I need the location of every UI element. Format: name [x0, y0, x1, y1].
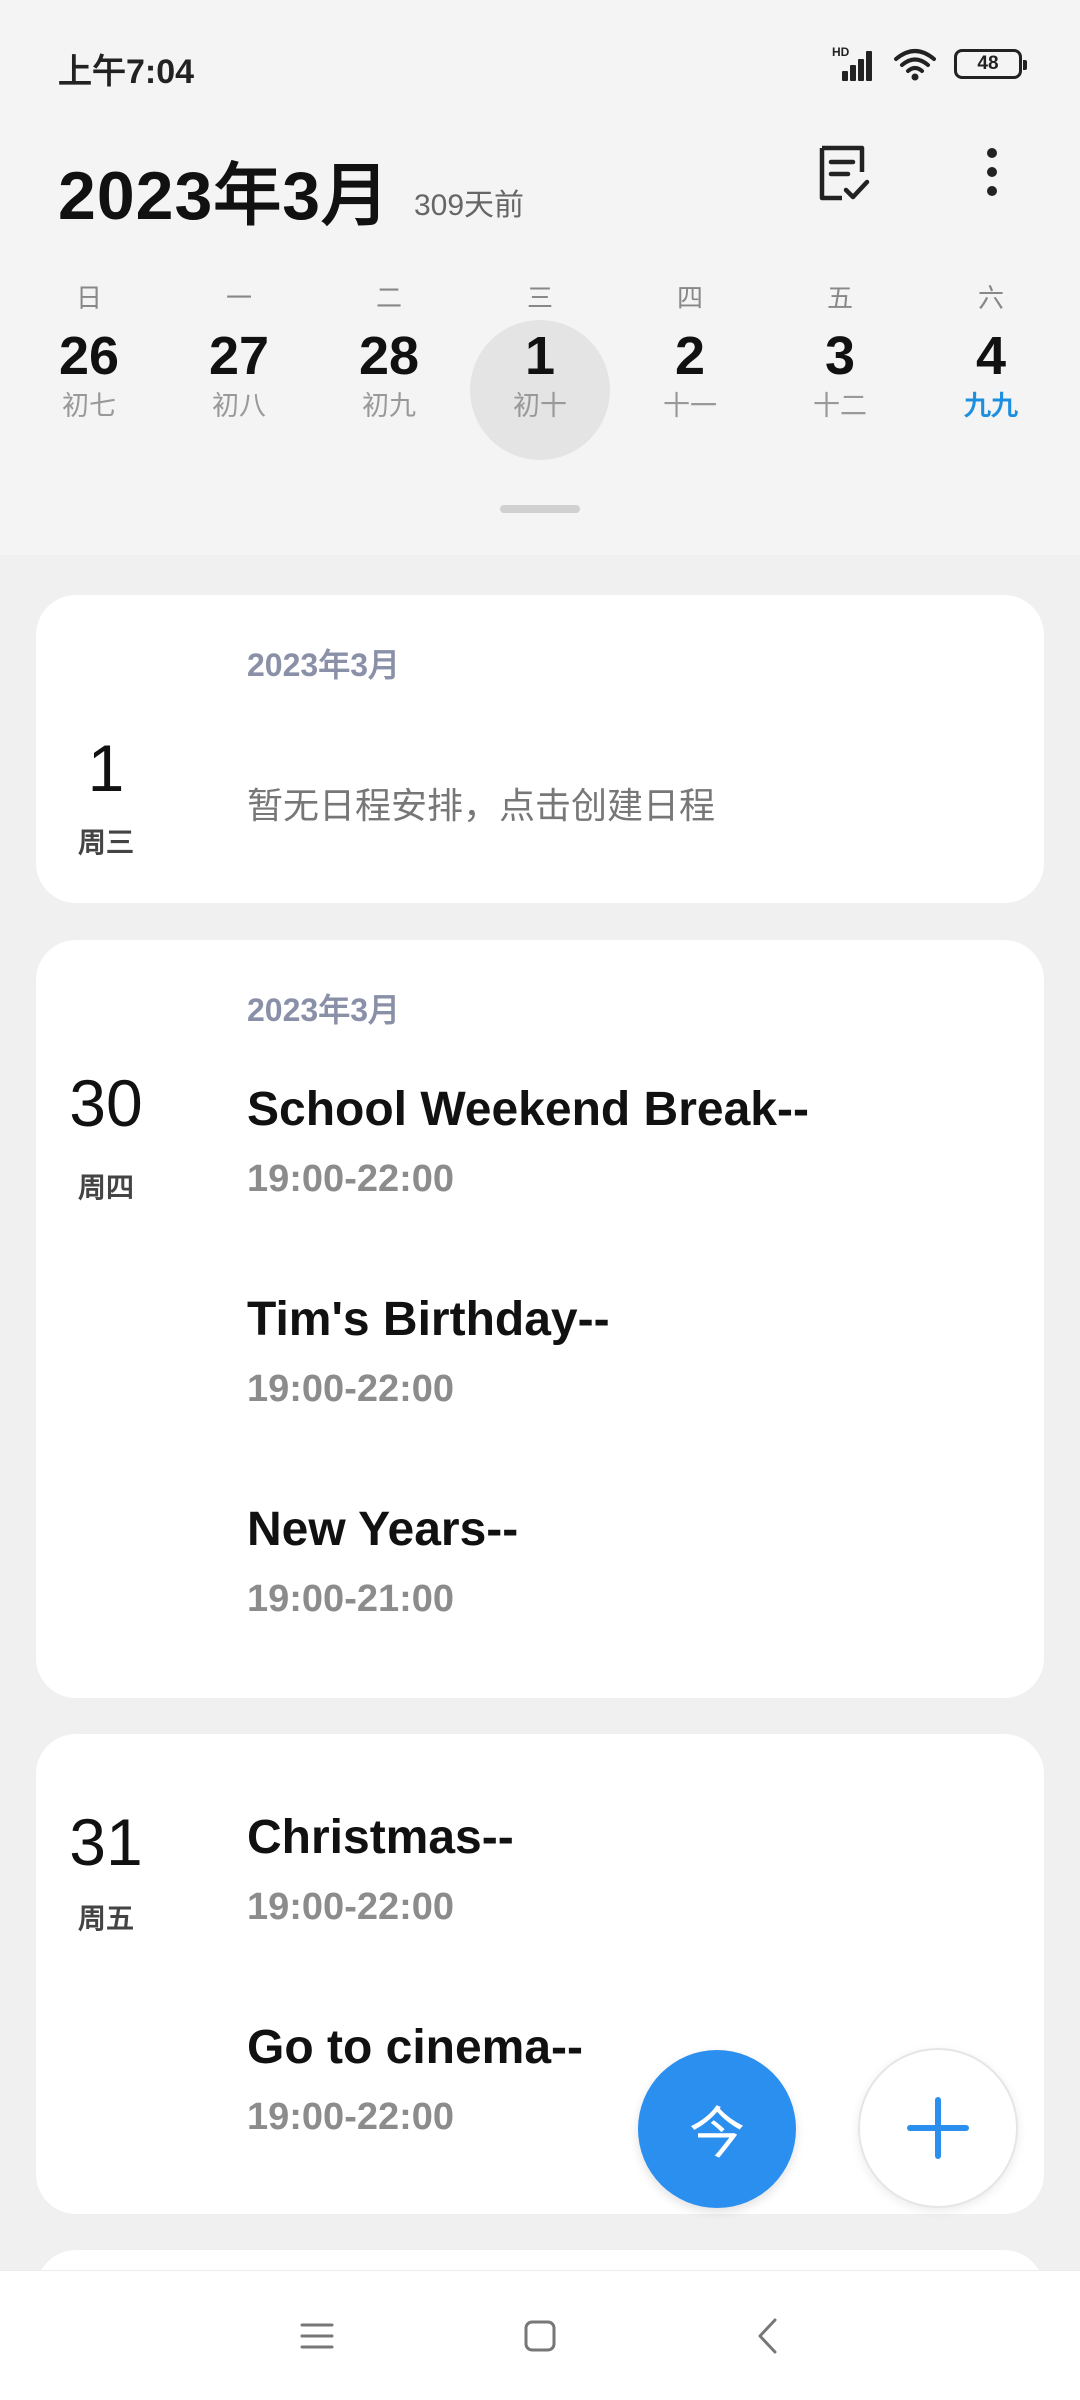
card-day-number: 30 — [69, 1066, 143, 1140]
event-time: 19:00-22:00 — [247, 2096, 455, 2138]
recents-button[interactable] — [277, 2301, 357, 2371]
day-number: 2 — [674, 326, 706, 386]
lunar-date: 初十 — [513, 391, 567, 421]
empty-schedule-text[interactable]: 暂无日程安排，点击创建日程 — [247, 777, 715, 829]
weekday-label: 二 — [375, 283, 402, 313]
more-vert-icon — [987, 148, 997, 158]
agenda-list-icon — [819, 145, 870, 201]
day-mon[interactable]: 一 27 初八 — [164, 278, 314, 458]
weekday-label: 六 — [977, 283, 1004, 313]
event-time: 19:00-22:00 — [247, 1368, 455, 1410]
lunar-festival: 九九 — [964, 391, 1018, 421]
battery-level: 48 — [977, 53, 999, 74]
weekday-label: 四 — [676, 283, 703, 313]
agenda-view-button[interactable] — [812, 142, 874, 204]
day-wed-selected[interactable]: 三 1 初十 — [465, 278, 615, 460]
week-strip: 日 26 初七 一 27 初八 二 28 初九 三 1 初十 四 2 十一 五 … — [0, 278, 1080, 460]
status-bar: 上午7:04 HD 48 — [0, 0, 1080, 130]
weekday-label: 日 — [75, 283, 102, 313]
weekday-label: 五 — [826, 283, 853, 313]
card-month-label: 2023年3月 — [247, 992, 400, 1028]
lunar-date: 初七 — [62, 391, 116, 421]
weekday-label: 三 — [526, 283, 553, 313]
day-thu[interactable]: 四 2 十一 — [615, 278, 765, 458]
day-number: 26 — [58, 326, 120, 386]
wifi-icon — [894, 49, 936, 81]
event-time: 19:00-22:00 — [247, 1886, 455, 1928]
event-title: School Weekend Break-- — [247, 1083, 809, 1136]
day-number: 4 — [975, 326, 1007, 386]
today-button[interactable]: 今 — [638, 2050, 796, 2208]
day-card-1[interactable]: 2023年3月 1 周三 暂无日程安排，点击创建日程 — [36, 595, 1044, 903]
day-card-30: 2023年3月 30 周四 School Weekend Break-- 19:… — [36, 940, 1044, 1698]
page-title[interactable]: 2023年3月 — [58, 140, 390, 239]
card-weekday: 周三 — [77, 827, 134, 858]
back-button[interactable] — [727, 2301, 807, 2371]
day-number: 27 — [208, 326, 270, 386]
hd-signal-icon: HD — [832, 45, 876, 81]
card-weekday: 周五 — [77, 1903, 134, 1934]
lunar-date: 十二 — [813, 391, 867, 421]
event-title: Tim's Birthday-- — [247, 1293, 610, 1346]
day-sat[interactable]: 六 4 九九 — [916, 278, 1066, 458]
drag-handle[interactable] — [500, 505, 580, 513]
menu-icon — [300, 2323, 334, 2349]
card-day-number: 1 — [87, 731, 125, 805]
home-icon — [524, 2320, 556, 2352]
plus-icon — [907, 2097, 969, 2159]
status-time: 上午7:04 — [58, 53, 195, 91]
event-title: Christmas-- — [247, 1811, 514, 1864]
event-time: 19:00-21:00 — [247, 1578, 455, 1620]
card-month-label: 2023年3月 — [247, 647, 400, 683]
lunar-date: 初八 — [212, 391, 266, 421]
add-event-button[interactable] — [858, 2048, 1018, 2208]
status-icons: HD 48 — [832, 44, 1027, 84]
day-sun[interactable]: 日 26 初七 — [14, 278, 164, 458]
day-number: 28 — [358, 326, 420, 386]
back-icon — [758, 2318, 777, 2354]
today-label: 今 — [689, 2101, 745, 2165]
event-title: Go to cinema-- — [247, 2021, 584, 2074]
day-tue[interactable]: 二 28 初九 — [314, 278, 464, 458]
lunar-date: 十一 — [663, 391, 717, 421]
event-time: 19:00-22:00 — [247, 1158, 455, 1200]
more-options-button[interactable] — [968, 142, 1016, 202]
hd-label: HD — [832, 45, 850, 59]
card-weekday: 周四 — [77, 1172, 134, 1203]
home-button[interactable] — [500, 2301, 580, 2371]
day-number: 1 — [524, 326, 556, 386]
system-nav-bar — [0, 2270, 1080, 2400]
card-day-number: 31 — [69, 1805, 143, 1879]
lunar-date: 初九 — [362, 391, 416, 421]
day-number: 3 — [824, 326, 856, 386]
day-fri[interactable]: 五 3 十二 — [765, 278, 915, 458]
days-ago-label: 309天前 — [414, 189, 525, 222]
event-title: New Years-- — [247, 1503, 519, 1556]
battery-icon: 48 — [954, 49, 1027, 79]
weekday-label: 一 — [225, 283, 252, 313]
